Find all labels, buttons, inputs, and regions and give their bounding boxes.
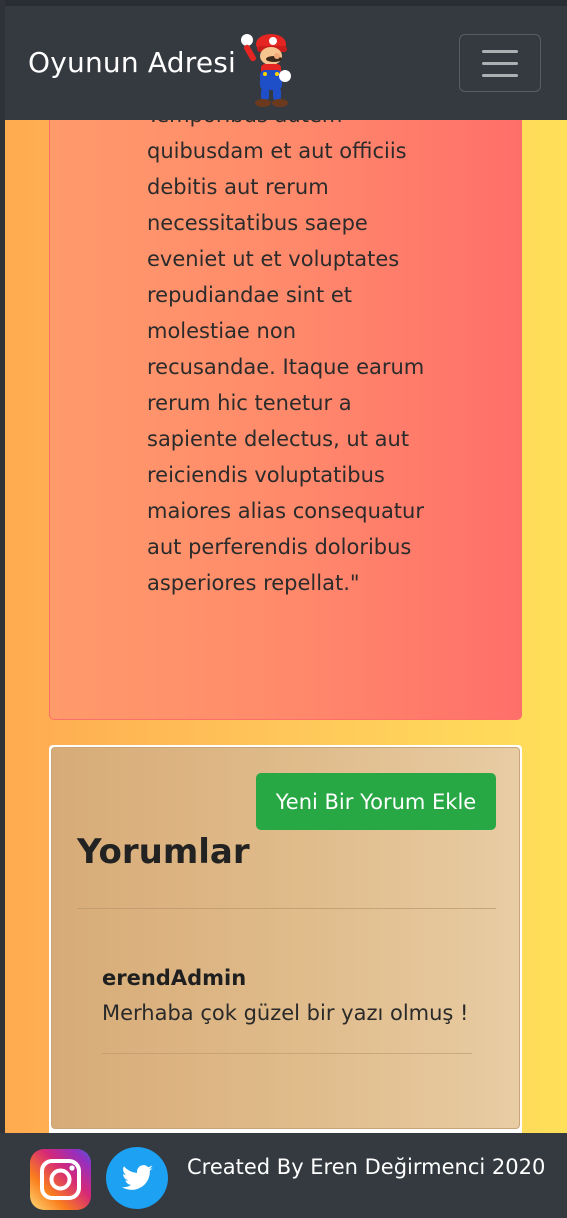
twitter-icon	[106, 1147, 168, 1209]
article-card: Temporibus autem quibusdam et aut offici…	[49, 90, 522, 720]
article-body: Temporibus autem quibusdam et aut offici…	[147, 103, 425, 595]
comment-text: Merhaba çok güzel bir yazı olmuş !	[102, 1001, 469, 1025]
hamburger-menu-icon	[482, 49, 518, 53]
comments-title: Yorumlar	[77, 832, 250, 872]
mario-icon	[241, 34, 291, 107]
add-comment-button[interactable]: Yeni Bir Yorum Ekle	[256, 773, 496, 830]
navbar-toggle-button[interactable]	[459, 34, 541, 92]
comments-card: Yeni Bir Yorum Ekle Yorumlar erendAdmin …	[49, 745, 522, 1145]
footer-credit: Created By Eren Değirmenci 2020	[187, 1155, 546, 1179]
navbar: Oyunun Adresi	[5, 6, 567, 120]
comment-author: erendAdmin	[102, 966, 247, 990]
instagram-icon	[30, 1149, 91, 1210]
comments-panel: Yeni Bir Yorum Ekle Yorumlar erendAdmin …	[51, 747, 520, 1129]
footer: Created By Eren Değirmenci 2020	[0, 1133, 567, 1218]
divider	[77, 908, 496, 909]
divider	[102, 1053, 472, 1054]
left-edge	[0, 0, 5, 1218]
brand-link[interactable]: Oyunun Adresi	[28, 46, 236, 79]
